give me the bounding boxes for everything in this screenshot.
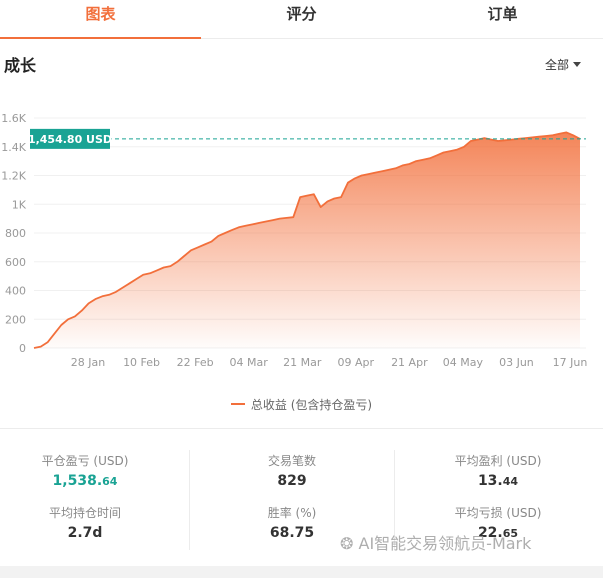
y-tick-label: 1.2K xyxy=(1,170,26,183)
x-tick-label: 21 Apr xyxy=(391,356,428,369)
x-tick-label: 09 Apr xyxy=(338,356,375,369)
y-tick-label: 1K xyxy=(12,198,27,211)
stat-label: 胜率 (%) xyxy=(267,506,317,520)
x-tick-label: 21 Mar xyxy=(283,356,322,369)
x-tick-label: 28 Jan xyxy=(71,356,105,369)
tab-chart[interactable]: 图表 xyxy=(0,0,201,39)
x-tick-label: 10 Feb xyxy=(123,356,160,369)
range-dropdown-label: 全部 xyxy=(544,58,569,72)
y-tick-label: 800 xyxy=(5,227,26,240)
legend-swatch xyxy=(230,403,245,405)
x-tick-label: 04 Mar xyxy=(230,356,269,369)
bottom-bar xyxy=(0,566,603,578)
x-tick-label: 04 May xyxy=(443,356,484,369)
section-divider xyxy=(0,428,603,429)
stat-value: 1,538.64 xyxy=(52,473,118,489)
stat-closed-pnl: 平仓盈亏 (USD) 1,538.64 xyxy=(0,452,170,489)
stat-label: 平均持仓时间 xyxy=(48,506,121,520)
stat-label: 平仓盈亏 (USD) xyxy=(41,454,129,468)
watermark: ❂ AI智能交易领航员-Mark xyxy=(340,530,531,554)
stat-label: 交易笔数 xyxy=(267,454,316,468)
y-tick-label: 600 xyxy=(5,256,26,269)
chart-legend[interactable]: 总收益 (包含持仓盈亏) xyxy=(0,396,603,413)
section-title: 成长 xyxy=(4,56,37,75)
top-tab-bar: 图表 评分 订单 xyxy=(0,0,603,39)
stat-value: 13.44 xyxy=(477,473,519,489)
equity-area xyxy=(34,132,580,348)
y-tick-label: 200 xyxy=(5,313,26,326)
stat-label: 平均盈利 (USD) xyxy=(454,454,542,468)
watermark-icon: ❂ xyxy=(340,534,354,553)
stat-value: 829 xyxy=(277,473,307,489)
growth-chart: 0 200 400 600 800 1K 1.2K 1.4K 1.6K 28 Jan 10 Feb 2… xyxy=(0,100,603,430)
stat-value: 2.7d xyxy=(67,525,103,541)
stat-average-profit: 平均盈利 (USD) 13.44 xyxy=(413,452,583,489)
x-tick-label: 22 Feb xyxy=(177,356,214,369)
stat-trade-count: 交易笔数 829 xyxy=(207,452,377,489)
growth-chart-svg: 0 200 400 600 800 1K 1.2K 1.4K 1.6K 28 Jan 10 Feb 2… xyxy=(1,112,588,369)
caret-down-icon xyxy=(573,62,581,67)
range-dropdown[interactable]: 全部 xyxy=(545,56,581,73)
y-tick-label: 0 xyxy=(19,342,26,355)
stat-average-hold-time: 平均持仓时间 2.7d xyxy=(0,504,170,541)
x-tick-label: 03 Jun xyxy=(499,356,534,369)
y-tick-label: 1.6K xyxy=(1,112,26,125)
stat-label: 平均亏损 (USD) xyxy=(454,506,542,520)
legend-label: 总收益 (包含持仓盈亏) xyxy=(250,398,373,412)
x-tick-label: 17 Jun xyxy=(553,356,588,369)
watermark-text: AI智能交易领航员-Mark xyxy=(358,534,532,553)
tab-orders[interactable]: 订单 xyxy=(402,0,603,38)
y-tick-label: 1.4K xyxy=(1,141,26,154)
y-tick-label: 400 xyxy=(5,285,26,298)
current-value-label: 1,454.80 USD xyxy=(28,133,112,146)
tab-rating[interactable]: 评分 xyxy=(201,0,402,38)
